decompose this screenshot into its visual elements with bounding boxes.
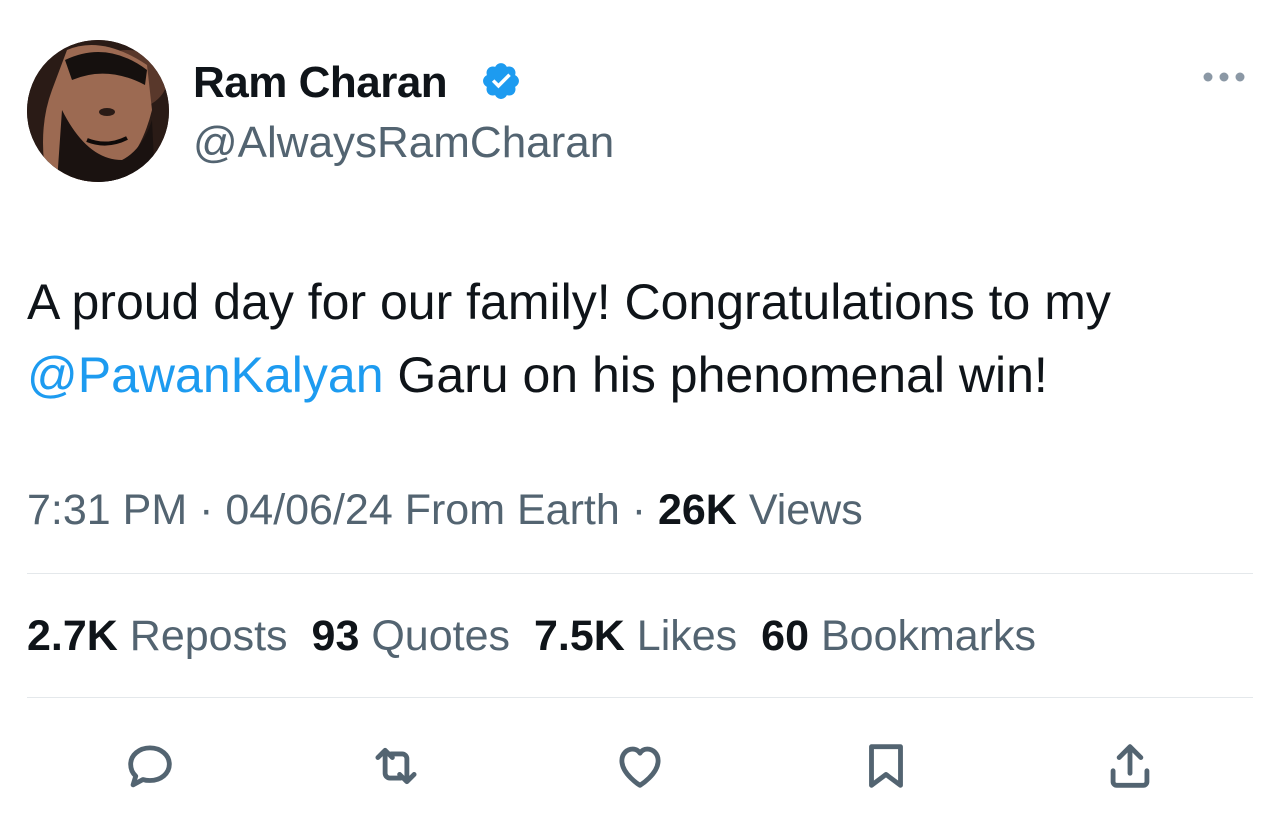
stat-label: Bookmarks [820,612,1037,660]
author-display-name[interactable]: Ram Charan [193,58,448,108]
views-label: Views [748,486,863,534]
likes-stat[interactable]: 7.5K Likes [534,612,737,660]
repost-button[interactable] [366,736,426,796]
mention-link[interactable]: @PawanKalyan [27,347,384,403]
stat-label: Quotes [371,612,510,660]
reply-button[interactable] [120,736,180,796]
repost-icon [375,747,417,785]
meta-separator: · [619,486,658,534]
verified-badge-icon [483,63,519,99]
views-count: 26K [657,486,737,534]
stat-count: 2.7K [27,612,118,660]
tweet-date[interactable]: 04/06/24 [225,486,392,534]
reposts-stat[interactable]: 2.7K Reposts [27,612,288,660]
avatar-image [27,40,169,182]
stat-count: 93 [311,612,360,660]
meta-separator: · [187,486,226,534]
stat-count: 60 [761,612,810,660]
stat-label: Likes [636,612,738,660]
stat-label: Reposts [129,612,288,660]
share-button[interactable] [1100,736,1160,796]
stat-count: 7.5K [533,612,625,660]
heart-icon [619,746,661,788]
bookmarks-stat[interactable]: 60 Bookmarks [761,612,1036,660]
tweet-time[interactable]: 7:31 PM [27,486,187,534]
bookmark-icon [869,744,903,788]
tweet-text-start: A proud day for our family! Congratulati… [27,274,1111,330]
profile-avatar[interactable] [27,40,169,182]
tweet-text-end: Garu on his phenomenal win! [383,347,1048,403]
tweet-source: From Earth [404,486,620,534]
reply-icon [128,745,172,788]
engagement-stats: 2.7K Reposts 93 Quotes 7.5K Likes 60 Bookma… [27,612,1060,661]
tweet-metadata: 7:31 PM · 04/06/24 From Earth · 26K View… [27,486,863,535]
like-button[interactable] [610,736,670,796]
bookmark-button[interactable] [856,736,916,796]
more-horizontal-icon[interactable] [1200,62,1248,92]
author-handle[interactable]: @AlwaysRamCharan [193,118,614,168]
quotes-stat[interactable]: 93 Quotes [312,612,510,660]
divider [27,573,1253,574]
tweet-card: Ram Charan @AlwaysRamCharan A proud day … [0,0,1280,820]
share-icon [1110,744,1150,788]
tweet-text: A proud day for our family! Congratulati… [27,266,1257,412]
divider [27,697,1253,698]
